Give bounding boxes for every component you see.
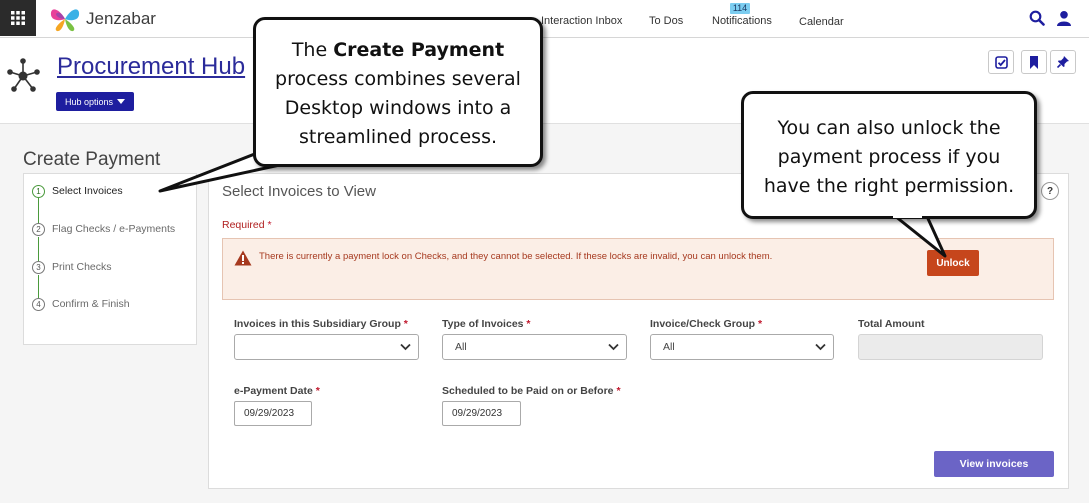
help-icon[interactable]: ?	[1041, 182, 1059, 200]
date-value: 09/29/2023	[244, 408, 295, 419]
required-label: Required	[222, 219, 265, 231]
top-navigation-bar: Jenzabar Interaction Inbox To Dos 114 No…	[0, 0, 1089, 38]
step-confirm-finish[interactable]: 4 Confirm & Finish	[32, 296, 130, 312]
step-label: Print Checks	[52, 261, 112, 273]
page-title: Create Payment	[23, 149, 161, 170]
total-amount-field	[858, 334, 1043, 360]
scheduled-date-label: Scheduled to be Paid on or Before *	[442, 385, 621, 397]
procurement-network-icon	[7, 58, 40, 92]
callout-text: You can also unlock the payment process …	[763, 117, 1015, 197]
nav-to-dos[interactable]: To Dos	[649, 15, 683, 27]
date-value: 09/29/2023	[452, 408, 503, 419]
butterfly-logo-icon	[50, 9, 80, 32]
scheduled-date-input[interactable]: 09/29/2023	[442, 401, 521, 426]
type-of-invoices-select[interactable]: All	[442, 334, 627, 360]
invoice-check-group-select[interactable]: All	[650, 334, 834, 360]
field-label-text: Invoices in this Subsidiary Group	[234, 318, 401, 330]
unlock-button[interactable]: Unlock	[927, 250, 979, 276]
caret-down-icon	[117, 99, 126, 104]
step-number: 3	[32, 260, 45, 274]
select-value: All	[455, 341, 467, 353]
step-number: 1	[32, 184, 45, 198]
step-navigation: 1 Select Invoices 2 Flag Checks / e-Paym…	[23, 173, 197, 345]
hub-options-button[interactable]: Hub options	[56, 92, 134, 111]
step-label: Confirm & Finish	[52, 298, 130, 310]
create-payment-callout: The Create Payment process combines seve…	[253, 17, 543, 167]
nav-calendar[interactable]: Calendar	[799, 16, 844, 28]
epayment-date-input[interactable]: 09/29/2023	[234, 401, 312, 426]
field-label-text: e-Payment Date	[234, 385, 313, 397]
required-star: *	[757, 318, 763, 330]
required-star: *	[267, 219, 272, 231]
bookmark-button[interactable]	[1021, 50, 1047, 74]
notifications-count-badge: 114	[730, 3, 750, 14]
field-label-text: Invoice/Check Group	[650, 318, 756, 330]
step-select-invoices[interactable]: 1 Select Invoices	[32, 183, 123, 199]
step-connector	[38, 237, 39, 261]
view-invoices-button[interactable]: View invoices	[934, 451, 1054, 477]
payment-lock-message: There is currently a payment lock on Che…	[259, 251, 773, 262]
step-print-checks[interactable]: 3 Print Checks	[32, 259, 112, 275]
pin-icon	[1057, 56, 1069, 68]
pin-button[interactable]	[1050, 50, 1076, 74]
search-icon[interactable]	[1029, 10, 1045, 26]
step-connector	[38, 275, 39, 298]
callout-text: The	[291, 39, 334, 61]
unlock-callout: You can also unlock the payment process …	[741, 91, 1037, 219]
step-label: Flag Checks / e-Payments	[52, 223, 176, 235]
step-number: 4	[32, 297, 45, 311]
callout-bold-text: Create Payment	[333, 39, 505, 61]
warning-icon	[234, 250, 252, 266]
epayment-date-label: e-Payment Date *	[234, 385, 320, 397]
panel-title: Select Invoices to View	[222, 183, 376, 200]
step-flag-checks[interactable]: 2 Flag Checks / e-Payments	[32, 221, 175, 237]
subsidiary-group-label: Invoices in this Subsidiary Group *	[234, 318, 408, 330]
field-label-text: Scheduled to be Paid on or Before	[442, 385, 614, 397]
required-star: *	[526, 318, 531, 330]
jenzabar-logo[interactable]: Jenzabar	[48, 4, 156, 34]
step-label: Select Invoices	[52, 185, 123, 197]
checklist-button[interactable]	[988, 50, 1014, 74]
invoice-check-group-label: Invoice/Check Group *	[650, 318, 762, 330]
chevron-down-icon	[400, 343, 411, 351]
required-star: *	[315, 385, 320, 397]
total-amount-label: Total Amount	[858, 318, 925, 330]
type-of-invoices-label: Type of Invoices *	[442, 318, 531, 330]
hub-options-label: Hub options	[64, 96, 114, 107]
brand-name: Jenzabar	[86, 9, 156, 28]
bookmark-icon	[1030, 55, 1038, 69]
chevron-down-icon	[815, 343, 826, 351]
field-label-text: Type of Invoices	[442, 318, 524, 330]
required-star: *	[403, 318, 408, 330]
hub-title[interactable]: Procurement Hub	[57, 53, 245, 81]
callout-text: process combines several Desktop windows…	[275, 68, 521, 148]
select-value: All	[663, 341, 675, 353]
nav-interaction-inbox[interactable]: Interaction Inbox	[541, 15, 622, 27]
apps-grid-icon[interactable]	[0, 0, 36, 36]
nav-notifications[interactable]: Notifications	[712, 15, 772, 27]
select-invoices-panel	[208, 173, 1069, 489]
required-star: *	[616, 385, 621, 397]
user-icon[interactable]	[1056, 10, 1072, 26]
checklist-icon	[994, 55, 1008, 69]
chevron-down-icon	[608, 343, 619, 351]
step-number: 2	[32, 222, 45, 236]
subsidiary-group-select[interactable]	[234, 334, 419, 360]
required-indicator: Required *	[222, 219, 272, 231]
